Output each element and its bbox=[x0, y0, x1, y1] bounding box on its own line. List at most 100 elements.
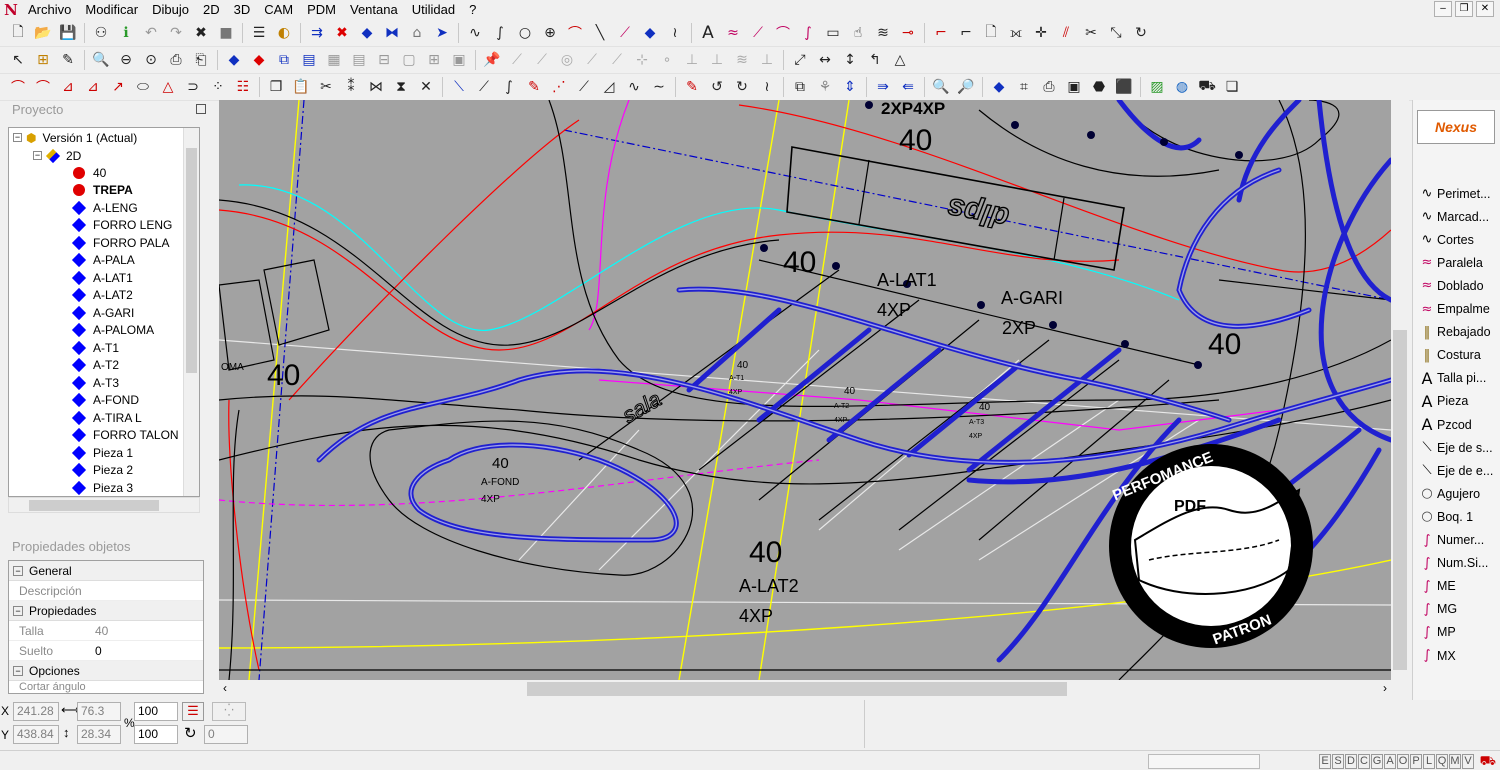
polyline-icon[interactable]: ⟋ bbox=[613, 22, 637, 44]
tree-item[interactable]: Pieza 2 bbox=[71, 462, 133, 480]
box-icon[interactable]: ⬛ bbox=[1112, 76, 1136, 98]
text-icon[interactable]: A bbox=[696, 22, 720, 44]
rotate-r-icon[interactable]: ↻ bbox=[730, 76, 754, 98]
canvas-vscroll[interactable] bbox=[1391, 100, 1409, 680]
g9-icon[interactable]: ⊥ bbox=[705, 49, 729, 71]
tool-item[interactable]: A Pzcod bbox=[1417, 413, 1472, 436]
height-icon[interactable]: ↕ bbox=[838, 49, 862, 71]
tool-item[interactable]: ≈ Paralela bbox=[1417, 251, 1483, 274]
menu-help[interactable]: ? bbox=[463, 0, 484, 20]
tool-item[interactable]: ∫ MG bbox=[1417, 598, 1458, 621]
restore-icon[interactable]: ❐ bbox=[1455, 1, 1473, 17]
angle2-icon[interactable]: ⌐ bbox=[954, 22, 978, 44]
zoom-prev-icon[interactable]: 🔎 bbox=[954, 76, 978, 98]
tree-item[interactable]: A-T1 bbox=[71, 339, 119, 357]
list-red-icon[interactable]: ☷ bbox=[231, 76, 255, 98]
close-icon[interactable]: ✕ bbox=[1476, 1, 1494, 17]
status-key[interactable]: L bbox=[1423, 754, 1435, 769]
tree-item[interactable]: TREPA bbox=[73, 182, 133, 200]
globe-icon[interactable]: ◍ bbox=[1170, 76, 1194, 98]
status-key[interactable]: Q bbox=[1436, 754, 1448, 769]
pin-icon[interactable]: 📌 bbox=[480, 49, 504, 71]
row-talla[interactable]: Talla 40 bbox=[9, 621, 203, 641]
tool-item[interactable]: ∫ MX bbox=[1417, 644, 1456, 667]
tree-item[interactable]: FORRO PALA bbox=[71, 234, 169, 252]
minimize-icon[interactable]: – bbox=[1434, 1, 1452, 17]
tool-item[interactable]: ⟍ Eje de e... bbox=[1417, 459, 1493, 482]
line-icon[interactable]: ╲ bbox=[588, 22, 612, 44]
section-propiedades[interactable]: − Propiedades bbox=[9, 601, 203, 621]
duplicate-icon[interactable]: ⧉ bbox=[788, 76, 812, 98]
drawing-canvas[interactable]: 2XP4XP 40 dlps 40 A-LAT1 4XP A-GARI 2XP … bbox=[219, 100, 1391, 680]
zoom-all-icon[interactable]: ⊙ bbox=[139, 49, 163, 71]
nodes-icon[interactable]: ⁑ bbox=[339, 76, 363, 98]
tree-scrollbar[interactable] bbox=[183, 128, 199, 496]
tool-item[interactable]: ○ Boq. 1 bbox=[1417, 505, 1473, 528]
g7-icon[interactable]: ∘ bbox=[655, 49, 679, 71]
menu-3d[interactable]: 3D bbox=[228, 0, 259, 20]
status-key[interactable]: E bbox=[1319, 754, 1331, 769]
copy-icon[interactable]: ❐ bbox=[264, 76, 288, 98]
up-down-icon[interactable]: ⇕ bbox=[838, 76, 862, 98]
window-icon[interactable]: ▣ bbox=[1062, 76, 1086, 98]
tool-item[interactable]: ∫ Numer... bbox=[1417, 529, 1485, 552]
arc-icon[interactable]: ⌒ bbox=[563, 22, 587, 44]
menu-2d[interactable]: 2D bbox=[197, 0, 228, 20]
parallel-icon[interactable]: ⫽ bbox=[1054, 22, 1078, 44]
g6-icon[interactable]: ⊹ bbox=[630, 49, 654, 71]
height-field[interactable]: 28.34 bbox=[77, 725, 121, 744]
dashed-icon[interactable]: ⋰ bbox=[547, 76, 571, 98]
row-suelto[interactable]: Suelto 0 bbox=[9, 641, 203, 661]
status-key[interactable]: A bbox=[1384, 754, 1396, 769]
tree-item[interactable]: A-GARI bbox=[71, 304, 134, 322]
tilde-icon[interactable]: ∼ bbox=[647, 76, 671, 98]
tool-item[interactable]: A Pieza bbox=[1417, 390, 1469, 413]
tree-item[interactable]: 40 bbox=[73, 164, 106, 182]
photo-icon[interactable]: ⌗ bbox=[1012, 76, 1036, 98]
tree-item[interactable]: FORRO TALON bbox=[71, 427, 179, 445]
x-field[interactable]: 241.28 bbox=[13, 702, 59, 721]
triangle-icon[interactable]: △ bbox=[888, 49, 912, 71]
node-icon[interactable]: ◆ bbox=[638, 22, 662, 44]
palette-icon[interactable]: ◐ bbox=[272, 22, 296, 44]
tool-item[interactable]: ∫ Num.Si... bbox=[1417, 552, 1489, 575]
g2-icon[interactable]: ⟋ bbox=[530, 49, 554, 71]
rotate-icon[interactable]: ↻ bbox=[184, 724, 197, 742]
open-folder-icon[interactable]: 📂 bbox=[31, 22, 55, 44]
grey-4-icon[interactable]: ▢ bbox=[397, 49, 421, 71]
zigzag-icon[interactable]: ≀ bbox=[663, 22, 687, 44]
tool-item[interactable]: ∿ Perimet... bbox=[1417, 182, 1491, 205]
rotate-l-icon[interactable]: ↺ bbox=[705, 76, 729, 98]
grey-2-icon[interactable]: ▤ bbox=[347, 49, 371, 71]
menu-pdm[interactable]: PDM bbox=[301, 0, 344, 20]
grey-6-icon[interactable]: ▣ bbox=[447, 49, 471, 71]
y-field[interactable]: 438.84 bbox=[13, 725, 59, 744]
binoculars-icon[interactable]: ⚇ bbox=[89, 22, 113, 44]
panel-pin-icon[interactable] bbox=[196, 104, 206, 114]
mirror-icon[interactable]: ⧓ bbox=[380, 22, 404, 44]
select-all-icon[interactable]: ◆ bbox=[222, 49, 246, 71]
compass-icon[interactable]: ⊸ bbox=[896, 22, 920, 44]
tree-item[interactable]: A-FOND bbox=[71, 392, 139, 410]
save-icon[interactable]: 💾 bbox=[56, 22, 80, 44]
tree-item[interactable]: A-LAT2 bbox=[71, 287, 133, 305]
info-icon[interactable]: ℹ bbox=[114, 22, 138, 44]
arc-red-5-icon[interactable]: ↗ bbox=[106, 76, 130, 98]
g3-icon[interactable]: ◎ bbox=[555, 49, 579, 71]
tool-item[interactable]: ∫ MP bbox=[1417, 621, 1456, 644]
curve-icon[interactable]: ∿ bbox=[463, 22, 487, 44]
scale-y-field[interactable]: 100 bbox=[134, 725, 178, 744]
rect-icon[interactable]: ▭ bbox=[821, 22, 845, 44]
select-arrow-icon[interactable]: ↖ bbox=[6, 49, 30, 71]
image-icon[interactable]: ▨ bbox=[1145, 76, 1169, 98]
bowtie-icon[interactable]: ⋈ bbox=[364, 76, 388, 98]
layers-icon[interactable]: ☰ bbox=[247, 22, 271, 44]
shape-icon[interactable]: ⬣ bbox=[1087, 76, 1111, 98]
slope-icon[interactable]: ⟋ bbox=[572, 76, 596, 98]
stack-icon[interactable]: ❏ bbox=[1220, 76, 1244, 98]
arc-red-4-icon[interactable]: ⊿ bbox=[81, 76, 105, 98]
status-key[interactable]: M bbox=[1449, 754, 1461, 769]
shoe-icon[interactable]: ⌂ bbox=[405, 22, 429, 44]
zoom-out-icon[interactable]: ⊖ bbox=[114, 49, 138, 71]
unselect-icon[interactable]: ◆ bbox=[247, 49, 271, 71]
